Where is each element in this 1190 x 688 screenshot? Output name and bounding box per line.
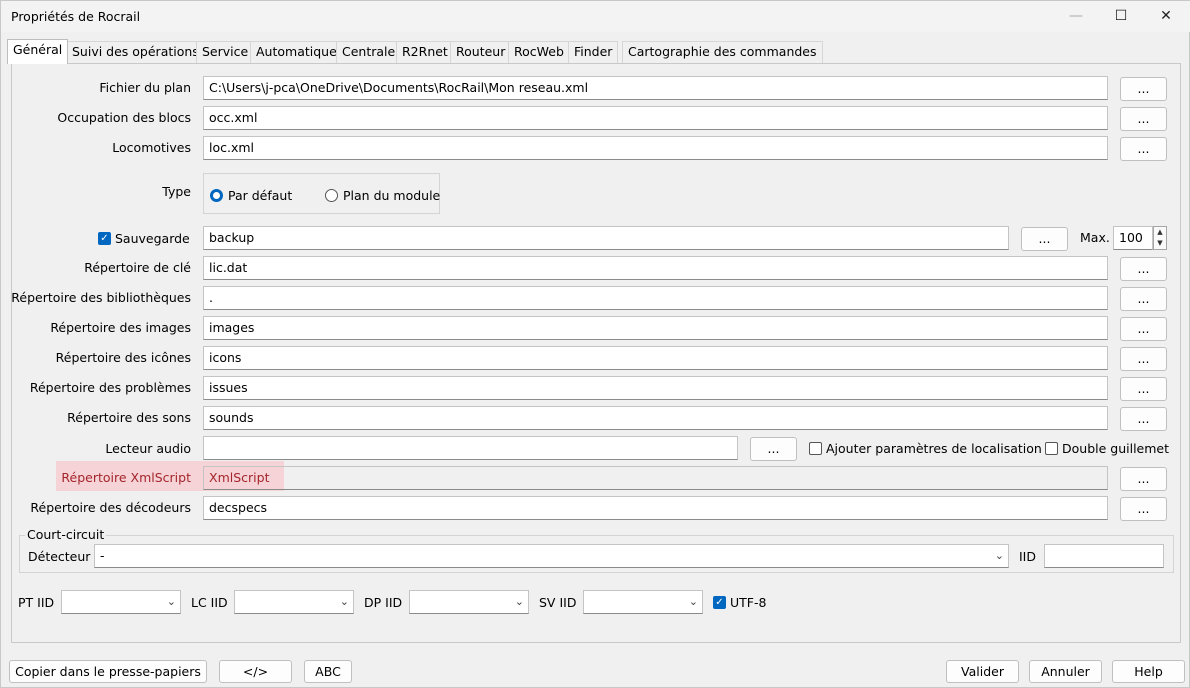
checkbox-empty-icon	[1045, 442, 1058, 455]
sounds-browse-button[interactable]: ...	[1120, 407, 1167, 431]
decoders-dir-input[interactable]: decspecs	[203, 496, 1108, 520]
code-button[interactable]: </>	[219, 660, 292, 683]
sounds-dir-input[interactable]: sounds	[203, 406, 1108, 430]
icons-dir-input[interactable]: icons	[203, 346, 1108, 370]
icons-browse-button[interactable]: ...	[1120, 347, 1167, 371]
chevron-down-icon: ⌄	[688, 595, 698, 608]
audio-player-input[interactable]	[203, 436, 738, 460]
images-dir-input[interactable]: images	[203, 316, 1108, 340]
pt-iid-select[interactable]: ⌄	[61, 590, 181, 614]
help-button[interactable]: Help	[1112, 660, 1185, 683]
type-default-radio[interactable]: Par défaut	[210, 188, 292, 203]
tab-command-mapping[interactable]: Cartographie des commandes	[622, 41, 823, 63]
detector-label: Détecteur	[28, 549, 91, 564]
decoders-browse-button[interactable]: ...	[1120, 497, 1167, 521]
sv-iid-select[interactable]: ⌄	[583, 590, 703, 614]
images-browse-button[interactable]: ...	[1120, 317, 1167, 341]
xmlscript-dir-label: Répertoire XmlScript	[61, 470, 191, 485]
utf8-checkbox[interactable]: ✓ UTF-8	[713, 595, 766, 610]
blocks-occupancy-input[interactable]: occ.xml	[203, 106, 1108, 130]
minimize-icon[interactable]: —	[1053, 1, 1099, 32]
backup-input[interactable]: backup	[203, 226, 1009, 250]
detector-select[interactable]: - ⌄	[94, 544, 1009, 568]
chevron-down-icon: ⌄	[514, 595, 524, 608]
properties-window: Propriétés de Rocrail — ☐ ✕ Général Suiv…	[0, 0, 1190, 688]
lc-iid-label: LC IID	[191, 595, 228, 610]
plan-file-browse-button[interactable]: ...	[1120, 77, 1167, 101]
icons-dir-label: Répertoire des icônes	[55, 350, 191, 365]
libs-browse-button[interactable]: ...	[1120, 287, 1167, 311]
lc-iid-select[interactable]: ⌄	[234, 590, 354, 614]
decoders-dir-label: Répertoire des décodeurs	[30, 500, 191, 515]
maximize-icon[interactable]: ☐	[1098, 1, 1144, 32]
sv-iid-label: SV IID	[539, 595, 577, 610]
xmlscript-browse-button[interactable]: ...	[1120, 467, 1167, 491]
backup-checkbox[interactable]: ✓ Sauvegarde	[98, 231, 190, 246]
chevron-down-icon: ⌄	[994, 549, 1004, 562]
copy-clipboard-button[interactable]: Copier dans le presse-papiers	[9, 660, 207, 683]
backup-max-spinner[interactable]: ▲ ▼	[1153, 226, 1167, 250]
close-icon[interactable]: ✕	[1143, 1, 1189, 32]
tab-service[interactable]: Service	[196, 41, 255, 63]
tab-operations[interactable]: Suivi des opérations	[66, 41, 205, 63]
audio-browse-button[interactable]: ...	[750, 437, 797, 461]
xmlscript-dir-input[interactable]: XmlScript	[203, 466, 1108, 490]
blocks-occupancy-label: Occupation des blocs	[57, 110, 191, 125]
key-browse-button[interactable]: ...	[1120, 257, 1167, 281]
images-dir-label: Répertoire des images	[50, 320, 191, 335]
spin-down-icon[interactable]: ▼	[1154, 238, 1166, 249]
title-bar: Propriétés de Rocrail — ☐ ✕	[1, 1, 1190, 32]
window-title: Propriétés de Rocrail	[11, 9, 141, 24]
locomotives-browse-button[interactable]: ...	[1120, 137, 1167, 161]
double-quote-checkbox[interactable]: Double guillemet	[1045, 441, 1169, 456]
radio-checked-icon	[210, 189, 223, 202]
tab-command-station[interactable]: Centrale	[336, 41, 402, 63]
iid-input[interactable]	[1044, 544, 1164, 568]
pt-iid-label: PT IID	[18, 595, 55, 610]
issues-dir-label: Répertoire des problèmes	[29, 380, 191, 395]
libs-dir-label: Répertoire des bibliothèques	[11, 290, 191, 305]
chevron-down-icon: ⌄	[339, 595, 349, 608]
plan-file-input[interactable]: C:\Users\j-pca\OneDrive\Documents\RocRai…	[203, 76, 1108, 100]
tab-router[interactable]: Routeur	[450, 41, 512, 63]
tab-rocweb[interactable]: RocWeb	[508, 41, 570, 63]
dp-iid-label: DP IID	[364, 595, 403, 610]
ok-button[interactable]: Valider	[946, 660, 1019, 683]
audio-player-label: Lecteur audio	[105, 441, 191, 456]
plan-file-label: Fichier du plan	[99, 80, 191, 95]
locomotives-input[interactable]: loc.xml	[203, 136, 1108, 160]
tab-automatic[interactable]: Automatique	[250, 41, 343, 63]
tab-r2rnet[interactable]: R2Rnet	[396, 41, 454, 63]
tab-finder[interactable]: Finder	[568, 41, 619, 63]
locomotives-label: Locomotives	[112, 140, 191, 155]
iid-label: IID	[1019, 549, 1036, 564]
cancel-button[interactable]: Annuler	[1029, 660, 1102, 683]
type-label: Type	[162, 184, 191, 199]
backup-browse-button[interactable]: ...	[1021, 227, 1068, 251]
blocks-browse-button[interactable]: ...	[1120, 107, 1167, 131]
backup-max-label: Max.	[1080, 230, 1110, 245]
radio-unchecked-icon	[325, 189, 338, 202]
type-module-radio[interactable]: Plan du module	[325, 188, 440, 203]
chevron-down-icon: ⌄	[166, 595, 176, 608]
backup-max-input[interactable]: 100	[1113, 226, 1153, 250]
short-circuit-title: Court-circuit	[25, 527, 107, 542]
checkmark-icon: ✓	[713, 596, 726, 609]
tab-general[interactable]: Général	[7, 39, 69, 64]
issues-dir-input[interactable]: issues	[203, 376, 1108, 400]
sounds-dir-label: Répertoire des sons	[67, 410, 191, 425]
checkbox-empty-icon	[809, 442, 822, 455]
dp-iid-select[interactable]: ⌄	[409, 590, 529, 614]
key-dir-label: Répertoire de clé	[84, 260, 191, 275]
localization-checkbox[interactable]: Ajouter paramètres de localisation	[809, 441, 1042, 456]
issues-browse-button[interactable]: ...	[1120, 377, 1167, 401]
libs-dir-input[interactable]: .	[203, 286, 1108, 310]
spin-up-icon[interactable]: ▲	[1154, 227, 1166, 238]
abc-button[interactable]: ABC	[304, 660, 352, 683]
key-dir-input[interactable]: lic.dat	[203, 256, 1108, 280]
checkmark-icon: ✓	[98, 232, 111, 245]
